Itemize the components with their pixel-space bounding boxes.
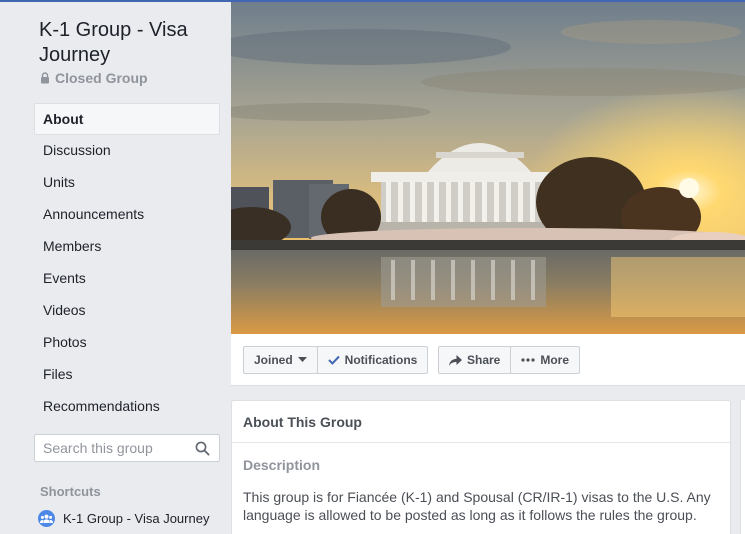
- about-card-title: About This Group: [232, 401, 730, 443]
- cover-photo[interactable]: [231, 2, 745, 334]
- share-arrow-icon: [449, 354, 462, 366]
- ellipsis-icon: [521, 358, 535, 362]
- cover-photo-image: [231, 2, 745, 334]
- search-icon[interactable]: [195, 441, 210, 456]
- left-sidebar: K-1 Group - Visa Journey Closed Group Ab…: [0, 2, 231, 534]
- shortcut-item[interactable]: K-1 Group - Visa Journey: [38, 510, 209, 527]
- notifications-button[interactable]: Notifications: [316, 347, 428, 373]
- nav-item-recommendations[interactable]: Recommendations: [34, 391, 220, 423]
- nav-item-about[interactable]: About: [34, 103, 220, 135]
- shortcut-label: K-1 Group - Visa Journey: [63, 511, 210, 526]
- nav-item-photos[interactable]: Photos: [34, 327, 220, 359]
- nav-item-events[interactable]: Events: [34, 263, 220, 295]
- group-search: [34, 434, 220, 462]
- group-privacy: Closed Group: [40, 70, 148, 86]
- right-column-edge: [740, 400, 745, 534]
- share-button-group: Share More: [438, 346, 581, 374]
- checkmark-icon: [327, 355, 340, 365]
- group-privacy-label: Closed Group: [55, 70, 148, 86]
- shortcuts-heading: Shortcuts: [40, 484, 101, 499]
- nav-item-files[interactable]: Files: [34, 359, 220, 391]
- nav-item-discussion[interactable]: Discussion: [34, 135, 220, 167]
- caret-down-icon: [297, 357, 307, 362]
- nav-item-members[interactable]: Members: [34, 231, 220, 263]
- more-label: More: [540, 353, 570, 367]
- nav-item-announcements[interactable]: Announcements: [34, 199, 220, 231]
- share-label: Share: [467, 353, 501, 367]
- lock-icon: [41, 72, 49, 84]
- notifications-label: Notifications: [344, 353, 418, 367]
- group-nav: About Discussion Units Announcements Mem…: [34, 103, 220, 423]
- group-action-bar: Joined Notifications Share More: [231, 334, 745, 386]
- group-description: This group is for Fiancée (K-1) and Spou…: [243, 489, 711, 523]
- share-button[interactable]: Share: [439, 347, 510, 373]
- search-input[interactable]: [43, 440, 193, 456]
- nav-item-videos[interactable]: Videos: [34, 295, 220, 327]
- nav-item-units[interactable]: Units: [34, 167, 220, 199]
- group-title[interactable]: K-1 Group - Visa Journey: [39, 18, 224, 68]
- description-heading: Description: [243, 457, 321, 473]
- joined-label: Joined: [254, 353, 293, 367]
- more-button[interactable]: More: [510, 347, 579, 373]
- membership-button-group: Joined Notifications: [243, 346, 429, 374]
- about-group-card: About This Group Description This group …: [231, 400, 731, 534]
- joined-button[interactable]: Joined: [244, 347, 317, 373]
- group-icon: [38, 510, 55, 527]
